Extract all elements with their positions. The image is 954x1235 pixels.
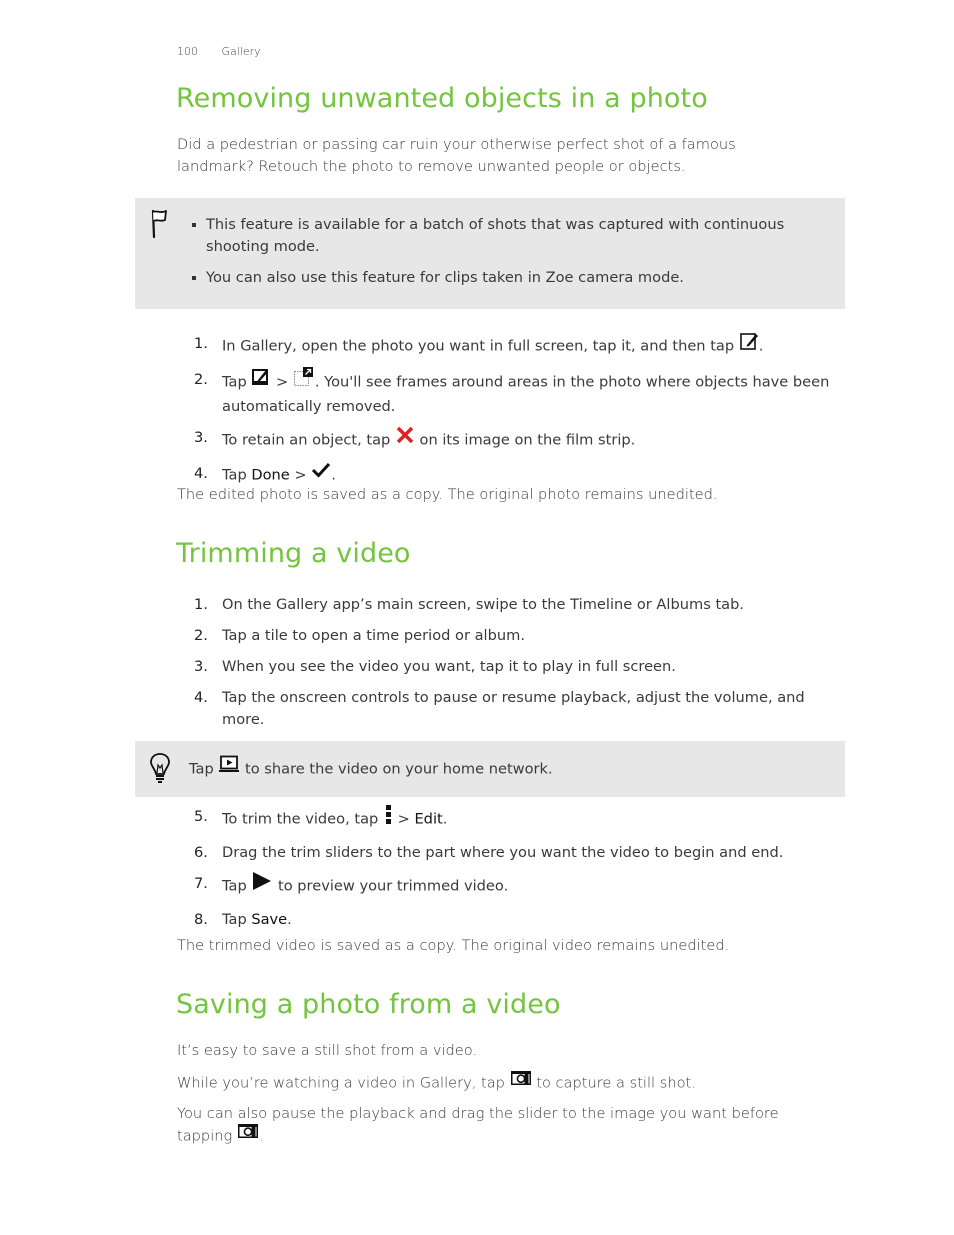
- ui-term-save: Save: [251, 911, 288, 928]
- paragraph: You can also pause the playback and drag…: [177, 1103, 817, 1148]
- retouch-object-removal-icon: [293, 367, 315, 394]
- step-number: 2.: [194, 371, 208, 388]
- paragraph: While you’re watching a video in Gallery…: [177, 1070, 817, 1095]
- steps-list-trimming-continued: 5. To trim the video, tap > Edit. 6. Drag…: [194, 804, 839, 940]
- paragraph-text: While you’re watching a video in Gallery…: [177, 1074, 510, 1092]
- step-text-end: .: [331, 466, 336, 484]
- separator: >: [392, 810, 415, 828]
- step-text: In Gallery, open the photo you want in f…: [222, 337, 739, 355]
- step-item: 4. Tap the onscreen controls to pause or …: [194, 687, 839, 731]
- tip-box: Tap to share the video on your home netw…: [135, 741, 845, 797]
- paragraph-text: You can also pause the playback and drag…: [177, 1105, 779, 1145]
- step-text: Tap the onscreen controls to pause or re…: [222, 689, 805, 728]
- step-text: Tap: [222, 911, 252, 928]
- checkmark-icon: [311, 461, 331, 486]
- step-text: Tap: [222, 466, 252, 484]
- step-text-end: .: [442, 810, 448, 828]
- step-text-end: .: [758, 337, 764, 355]
- step-number: 2.: [194, 627, 208, 644]
- step-number: 4.: [194, 689, 208, 706]
- intro-paragraph: Did a pedestrian or passing car ruin you…: [177, 136, 736, 175]
- step-item: 7. Tap to preview your trimmed video.: [194, 871, 839, 900]
- steps-list-trimming: 1. On the Gallery app’s main screen, swip…: [194, 594, 839, 740]
- step-text: To retain an object, tap: [222, 431, 395, 449]
- step-text: Tap: [222, 373, 252, 391]
- media-share-icon: [218, 755, 240, 780]
- step-text-end: on its image on the film strip.: [414, 431, 636, 449]
- note-item: This feature is available for a batch of…: [191, 214, 821, 258]
- step-text-end: .: [287, 911, 292, 928]
- step-text: Tap: [222, 877, 252, 895]
- ui-term-done: Done: [251, 466, 290, 484]
- red-x-icon: [395, 425, 415, 452]
- separator: >: [289, 466, 312, 484]
- step-number: 3.: [194, 429, 208, 446]
- step-text-end: to preview your trimmed video.: [273, 877, 509, 895]
- overflow-menu-icon: [383, 804, 393, 831]
- step-text: To trim the video, tap: [222, 810, 383, 828]
- note-list: This feature is available for a batch of…: [191, 214, 821, 298]
- step-number: 4.: [194, 465, 208, 482]
- step-number: 6.: [194, 844, 208, 861]
- paragraph-text-end: .: [258, 1127, 264, 1145]
- step-item: 1. In Gallery, open the photo you want i…: [194, 333, 839, 360]
- step-item: 1. On the Gallery app’s main screen, swip…: [194, 594, 839, 616]
- step-item: 2. Tap a tile to open a time period or al…: [194, 625, 839, 647]
- step-number: 1.: [194, 596, 208, 613]
- step-item: 2. Tap > . You'll see frames around area…: [194, 367, 839, 418]
- steps-list-removing: 1. In Gallery, open the photo you want i…: [194, 333, 839, 497]
- step-number: 3.: [194, 658, 208, 675]
- tip-text-start: Tap: [189, 760, 219, 778]
- camera-capture-icon: [510, 1070, 532, 1093]
- step-text: Tap a tile to open a time period or albu…: [222, 627, 525, 644]
- note-box: This feature is available for a batch of…: [135, 198, 845, 309]
- heading-trimming-a-video: Trimming a video: [176, 538, 411, 569]
- section-name: Gallery: [221, 45, 261, 58]
- step-item: 8. Tap Save.: [194, 909, 839, 931]
- flag-icon: [149, 207, 171, 243]
- step-number: 1.: [194, 335, 208, 352]
- ui-term-edit: Edit: [414, 810, 443, 828]
- step-item: 3. When you see the video you want, tap i…: [194, 656, 839, 678]
- heading-removing-unwanted-objects: Removing unwanted objects in a photo: [176, 83, 708, 114]
- step-text: When you see the video you want, tap it …: [222, 658, 676, 675]
- outro-paragraph: The trimmed video is saved as a copy. Th…: [177, 937, 730, 954]
- lightbulb-icon: [149, 752, 171, 788]
- play-icon: [251, 871, 273, 898]
- note-item: You can also use this feature for clips …: [191, 267, 821, 289]
- outro-paragraph: The edited photo is saved as a copy. The…: [177, 486, 718, 503]
- step-item: 6. Drag the trim sliders to the part wher…: [194, 842, 839, 864]
- page-number: 100: [177, 45, 198, 58]
- step-item: 5. To trim the video, tap > Edit.: [194, 804, 839, 833]
- paragraph: It’s easy to save a still shot from a vi…: [177, 1042, 478, 1059]
- step-item: 3. To retain an object, tap on its image…: [194, 425, 839, 454]
- running-head: 100 Gallery: [177, 45, 261, 58]
- camera-capture-icon: [237, 1123, 259, 1146]
- step-text: On the Gallery app’s main screen, swipe …: [222, 596, 745, 613]
- step-number: 8.: [194, 911, 208, 928]
- step-text: Drag the trim sliders to the part where …: [222, 844, 784, 861]
- step-number: 5.: [194, 808, 208, 825]
- step-number: 7.: [194, 875, 208, 892]
- tip-text: Tap to share the video on your home netw…: [189, 755, 553, 782]
- paragraph-text-end: to capture a still shot.: [531, 1074, 696, 1092]
- tip-text-end: to share the video on your home network.: [240, 760, 553, 778]
- edit-icon: [251, 367, 271, 394]
- separator: >: [271, 373, 293, 391]
- edit-icon: [739, 331, 759, 358]
- heading-saving-photo-from-video: Saving a photo from a video: [176, 989, 561, 1020]
